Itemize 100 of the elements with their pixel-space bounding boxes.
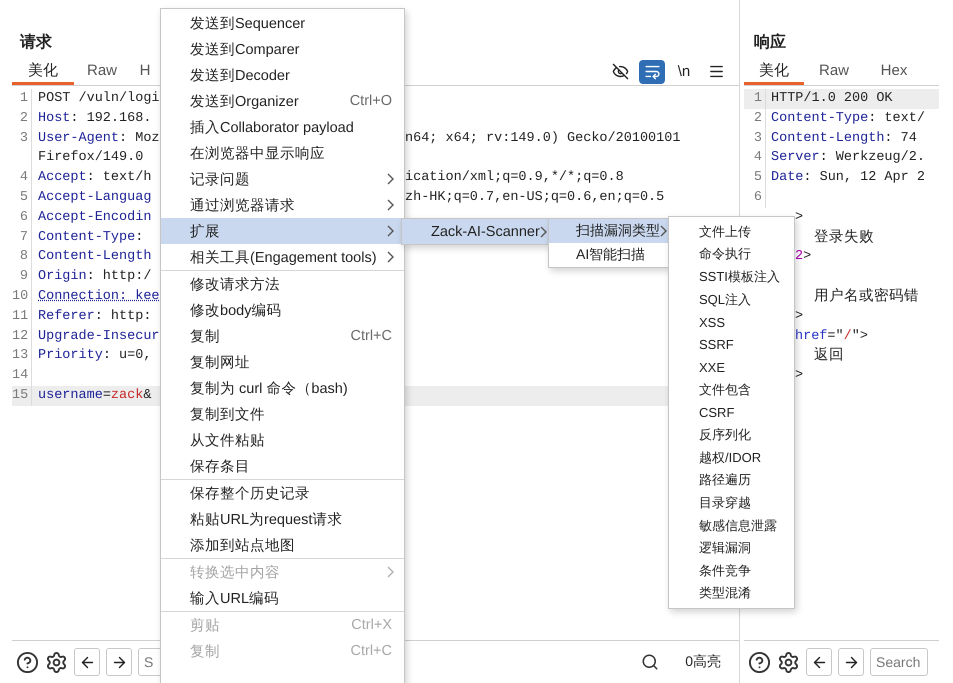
editor-tab[interactable]: 美化 <box>744 58 804 85</box>
code-text: Server: Werkzeug/2. <box>771 149 925 168</box>
line-number: 4 <box>20 169 28 188</box>
menu-item[interactable]: 条件竞争 <box>669 559 794 582</box>
menu-item[interactable]: 保存条目 <box>161 453 404 479</box>
chevron-right-icon <box>387 225 394 237</box>
menu-item[interactable]: 复制网址 <box>161 349 404 375</box>
menu-item[interactable]: 逻辑漏洞 <box>669 536 794 560</box>
wrap-toggle[interactable] <box>639 60 665 84</box>
code-text: Host: 192.168. <box>38 110 152 128</box>
code-text: zh-HK;q=0.7,en-US;q=0.6,en;q=0.5 <box>405 188 664 207</box>
menu-item[interactable]: 路径遍历 <box>669 469 794 492</box>
menu-item[interactable]: 反序列化 <box>669 424 794 446</box>
code-text: 登录失败 <box>814 228 874 247</box>
menu-item[interactable]: 命令执行 <box>669 243 794 266</box>
menu-item[interactable]: 文件上传 <box>669 220 794 244</box>
line-number: 10 <box>12 288 28 306</box>
menu-icon <box>708 63 724 80</box>
line-number: 3 <box>20 130 28 148</box>
highlight-count: 0高亮 <box>685 653 721 671</box>
code-text: Firefox/149.0 <box>38 149 144 168</box>
menu-item[interactable]: 文件包含 <box>669 378 794 402</box>
menu-item[interactable]: 发送到Organizer Ctrl+O <box>161 88 404 114</box>
menu-item[interactable]: AI智能扫描 <box>549 243 668 267</box>
panel-title: 响应 <box>754 33 786 53</box>
chevron-right-icon <box>540 226 547 238</box>
code-text: User-Agent: Moz <box>38 130 160 148</box>
chevron-right-icon <box>387 199 394 211</box>
line-number: 1 <box>754 90 762 108</box>
menu-item[interactable]: 扩展 <box>161 218 404 244</box>
menu-item[interactable]: XXE <box>669 356 794 379</box>
next-button[interactable] <box>106 648 132 676</box>
menu-item[interactable]: SSRF <box>669 333 794 356</box>
search-field[interactable]: Search <box>870 648 928 676</box>
menu-item[interactable]: CSRF <box>669 401 794 424</box>
menu-item[interactable]: 复制为 curl 命令（bash) <box>161 375 404 401</box>
line-number: 9 <box>20 268 28 286</box>
code-text: 用户名或密码错 <box>814 286 919 306</box>
line-number: 15 <box>12 386 28 405</box>
settings-icon[interactable] <box>45 650 68 674</box>
menu-item[interactable]: 发送到Sequencer <box>161 10 404 36</box>
menu-item[interactable]: 插入Collaborator payload <box>161 114 404 140</box>
panel-title: 请求 <box>20 33 52 53</box>
menu-item[interactable]: 修改body编码 <box>161 297 404 323</box>
menu-item[interactable]: 发送到Decoder <box>161 62 404 88</box>
menu-item[interactable]: SQL注入 <box>669 288 794 311</box>
newline-toggle[interactable]: \n <box>671 60 697 84</box>
menu-item[interactable]: 复制到文件 <box>161 401 404 427</box>
menu-item[interactable]: 在浏览器中显示响应 <box>161 140 404 166</box>
line-number: 12 <box>12 328 28 346</box>
menu-item[interactable]: 类型混淆 <box>669 582 794 605</box>
menu-item[interactable]: 越权/IDOR <box>669 446 794 470</box>
menu-item[interactable]: 保存整个历史记录 <box>161 480 404 506</box>
menu-item[interactable]: XSS <box>669 310 794 334</box>
menu-item[interactable]: 发送到Comparer <box>161 36 404 62</box>
chevron-right-icon <box>387 566 394 578</box>
chevron-right-icon <box>660 225 667 237</box>
menu-item[interactable]: 记录问题 <box>161 166 404 192</box>
menu-item[interactable]: 相关工具(Engagement tools) <box>161 244 404 270</box>
next-button[interactable] <box>838 648 864 676</box>
menu-item[interactable]: SSTI模板注入 <box>669 266 794 288</box>
menu-item[interactable]: 修改请求方法 <box>161 271 404 297</box>
help-icon[interactable] <box>16 650 39 674</box>
code-text: > <box>795 308 804 326</box>
menu-item[interactable]: Zack-AI-Scanner <box>402 219 548 244</box>
previous-button[interactable] <box>74 648 100 676</box>
menu-item[interactable]: 添加到站点地图 <box>161 532 404 558</box>
line-number: 5 <box>20 188 28 207</box>
settings-icon[interactable] <box>777 650 800 674</box>
editor-tab[interactable]: Hex <box>864 58 924 85</box>
code-text: HTTP/1.0 200 OK <box>771 90 893 108</box>
editor-tab[interactable]: 美化 <box>12 58 74 85</box>
code-text: 返回 <box>814 346 844 366</box>
code-text: Priority: u=0, <box>38 347 152 366</box>
editor-tab[interactable]: Raw <box>804 58 864 85</box>
code-text: username=zack& <box>38 386 152 405</box>
line-number: 2 <box>754 110 762 128</box>
menu-item[interactable]: 扫描漏洞类型 <box>549 219 668 243</box>
menu-item[interactable]: 从文件粘贴 <box>161 427 404 453</box>
menu-item[interactable]: 输入URL编码 <box>161 585 404 611</box>
line-number: 6 <box>754 188 762 207</box>
code-text: Origin: http:/ <box>38 268 152 286</box>
help-icon[interactable] <box>748 650 771 674</box>
editor-tab[interactable]: H <box>130 58 160 85</box>
line-number: 7 <box>20 228 28 247</box>
menu-item[interactable]: 敏感信息泄露 <box>669 514 794 537</box>
menu-item[interactable]: 粘贴URL为request请求 <box>161 506 404 532</box>
search-icon <box>641 653 660 671</box>
menu-item[interactable]: 目录穿越 <box>669 492 794 514</box>
line-number: 5 <box>754 169 762 188</box>
code-text: href="/"> <box>795 328 868 346</box>
eye-off-icon <box>612 63 628 80</box>
code-text: Accept-Languag <box>38 188 152 207</box>
line-number: 11 <box>12 308 28 326</box>
menu-item[interactable]: 通过浏览器请求 <box>161 192 404 218</box>
menu-item[interactable]: 复制 Ctrl+C <box>161 323 404 349</box>
line-number: 13 <box>12 347 28 366</box>
editor-tab[interactable]: Raw <box>74 58 130 85</box>
code-text: Date: Sun, 12 Apr 2 <box>771 169 925 188</box>
previous-button[interactable] <box>806 648 832 676</box>
